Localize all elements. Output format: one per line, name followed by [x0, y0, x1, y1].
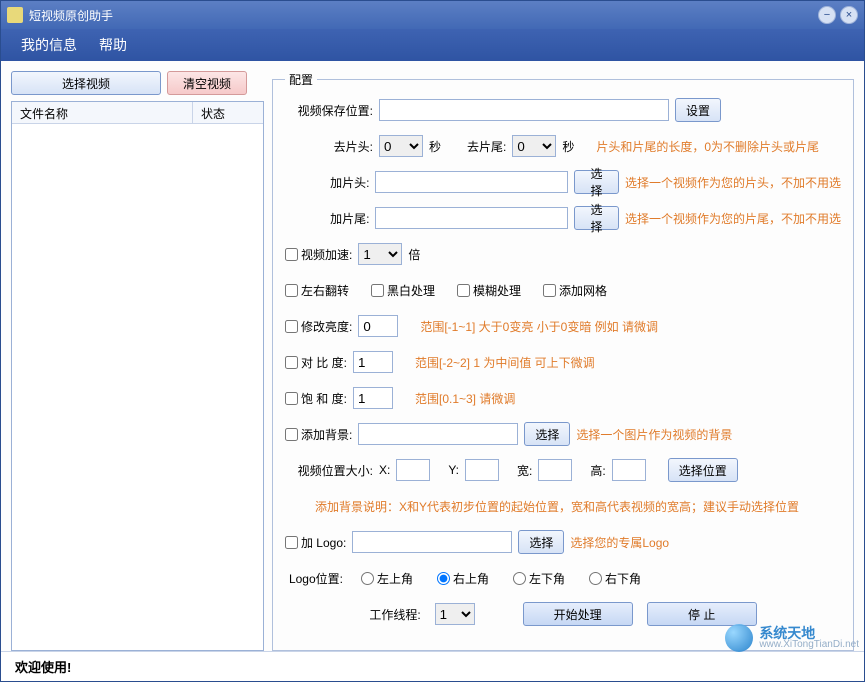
- logo-input[interactable]: [352, 531, 512, 553]
- h-label: 高:: [590, 462, 605, 479]
- menu-my-info[interactable]: 我的信息: [21, 35, 77, 55]
- w-label: 宽:: [517, 462, 532, 479]
- pos-tr-label: 右上角: [453, 570, 489, 587]
- trim-head-unit: 秒: [429, 138, 441, 155]
- grid-checkbox[interactable]: [543, 284, 556, 297]
- threads-label: 工作线程:: [369, 606, 420, 623]
- choose-head-button[interactable]: 选择: [574, 170, 619, 194]
- contrast-hint: 范围[-2~2] 1 为中间值 可上下微调: [415, 354, 595, 371]
- menu-help[interactable]: 帮助: [99, 35, 127, 55]
- vpos-label: 视频位置大小:: [285, 462, 373, 479]
- trim-tail-select[interactable]: 0: [512, 135, 556, 157]
- blur-checkbox[interactable]: [457, 284, 470, 297]
- add-head-input[interactable]: [375, 171, 567, 193]
- config-legend: 配置: [285, 71, 317, 88]
- add-head-label: 加片头:: [285, 174, 370, 191]
- bg-input[interactable]: [358, 423, 518, 445]
- contrast-checkbox[interactable]: [285, 356, 298, 369]
- y-input[interactable]: [465, 459, 499, 481]
- contrast-input[interactable]: [353, 351, 393, 373]
- speed-checkbox[interactable]: [285, 248, 298, 261]
- select-pos-button[interactable]: 选择位置: [668, 458, 738, 482]
- bg-note: 添加背景说明：X和Y代表初步位置的起始位置，宽和高代表视频的宽高；建议手动选择位…: [315, 498, 799, 515]
- speed-unit: 倍: [408, 246, 420, 263]
- col-filename: 文件名称: [12, 102, 193, 123]
- brightness-input[interactable]: [358, 315, 398, 337]
- start-button[interactable]: 开始处理: [523, 602, 633, 626]
- flip-checkbox[interactable]: [285, 284, 298, 297]
- saturation-checkbox[interactable]: [285, 392, 298, 405]
- speed-label: 视频加速:: [301, 246, 352, 263]
- choose-tail-button[interactable]: 选择: [574, 206, 619, 230]
- add-head-hint: 选择一个视频作为您的片头，不加不用选: [625, 174, 841, 191]
- status-text: 欢迎使用!: [15, 657, 71, 676]
- trim-hint: 片头和片尾的长度，0为不删除片头或片尾: [596, 138, 819, 155]
- watermark-en: www.XiTongTianDi.net: [759, 640, 859, 650]
- app-icon: [7, 7, 23, 23]
- bw-checkbox[interactable]: [371, 284, 384, 297]
- brightness-label: 修改亮度:: [301, 318, 352, 335]
- speed-select[interactable]: 1: [358, 243, 402, 265]
- pos-tl-radio[interactable]: [361, 572, 374, 585]
- bg-hint: 选择一个图片作为视频的背景: [576, 426, 732, 443]
- saturation-hint: 范围[0.1~3] 请微调: [415, 390, 515, 407]
- col-status: 状态: [193, 102, 263, 123]
- add-tail-hint: 选择一个视频作为您的片尾，不加不用选: [625, 210, 841, 227]
- pos-tl-label: 左上角: [377, 570, 413, 587]
- set-path-button[interactable]: 设置: [675, 98, 721, 122]
- x-input[interactable]: [396, 459, 430, 481]
- flip-label: 左右翻转: [301, 282, 349, 299]
- contrast-label: 对 比 度:: [301, 354, 347, 371]
- blur-label: 模糊处理: [473, 282, 521, 299]
- y-label: Y:: [448, 463, 459, 477]
- watermark: 系统天地 www.XiTongTianDi.net: [725, 624, 859, 652]
- trim-tail-unit: 秒: [562, 138, 574, 155]
- pos-bl-label: 左下角: [529, 570, 565, 587]
- trim-head-select[interactable]: 0: [379, 135, 423, 157]
- logo-label: 加 Logo:: [301, 534, 346, 551]
- pos-tr-radio[interactable]: [437, 572, 450, 585]
- choose-bg-button[interactable]: 选择: [524, 422, 570, 446]
- brightness-hint: 范围[-1~1] 大于0变亮 小于0变暗 例如 请微调: [420, 318, 658, 335]
- h-input[interactable]: [612, 459, 646, 481]
- logo-checkbox[interactable]: [285, 536, 298, 549]
- save-path-input[interactable]: [379, 99, 669, 121]
- clear-video-button[interactable]: 清空视频: [167, 71, 247, 95]
- bg-label: 添加背景:: [301, 426, 352, 443]
- stop-button[interactable]: 停 止: [647, 602, 757, 626]
- brightness-checkbox[interactable]: [285, 320, 298, 333]
- file-table: 文件名称 状态: [11, 101, 264, 651]
- minimize-button[interactable]: −: [818, 6, 836, 24]
- threads-select[interactable]: 1: [435, 603, 475, 625]
- logo-pos-label: Logo位置:: [285, 570, 343, 587]
- pos-br-label: 右下角: [605, 570, 641, 587]
- choose-logo-button[interactable]: 选择: [518, 530, 564, 554]
- grid-label: 添加网格: [559, 282, 607, 299]
- close-button[interactable]: ×: [840, 6, 858, 24]
- save-path-label: 视频保存位置:: [285, 102, 373, 119]
- trim-head-label: 去片头:: [285, 138, 373, 155]
- bg-checkbox[interactable]: [285, 428, 298, 441]
- pos-bl-radio[interactable]: [513, 572, 526, 585]
- select-video-button[interactable]: 选择视频: [11, 71, 161, 95]
- x-label: X:: [379, 463, 390, 477]
- pos-br-radio[interactable]: [589, 572, 602, 585]
- add-tail-label: 加片尾:: [285, 210, 370, 227]
- saturation-label: 饱 和 度:: [301, 390, 347, 407]
- window-title: 短视频原创助手: [29, 7, 814, 24]
- bw-label: 黑白处理: [387, 282, 435, 299]
- w-input[interactable]: [538, 459, 572, 481]
- logo-hint: 选择您的专属Logo: [570, 534, 669, 551]
- saturation-input[interactable]: [353, 387, 393, 409]
- trim-tail-label: 去片尾:: [467, 138, 506, 155]
- watermark-icon: [725, 624, 753, 652]
- add-tail-input[interactable]: [375, 207, 567, 229]
- watermark-cn: 系统天地: [759, 626, 859, 640]
